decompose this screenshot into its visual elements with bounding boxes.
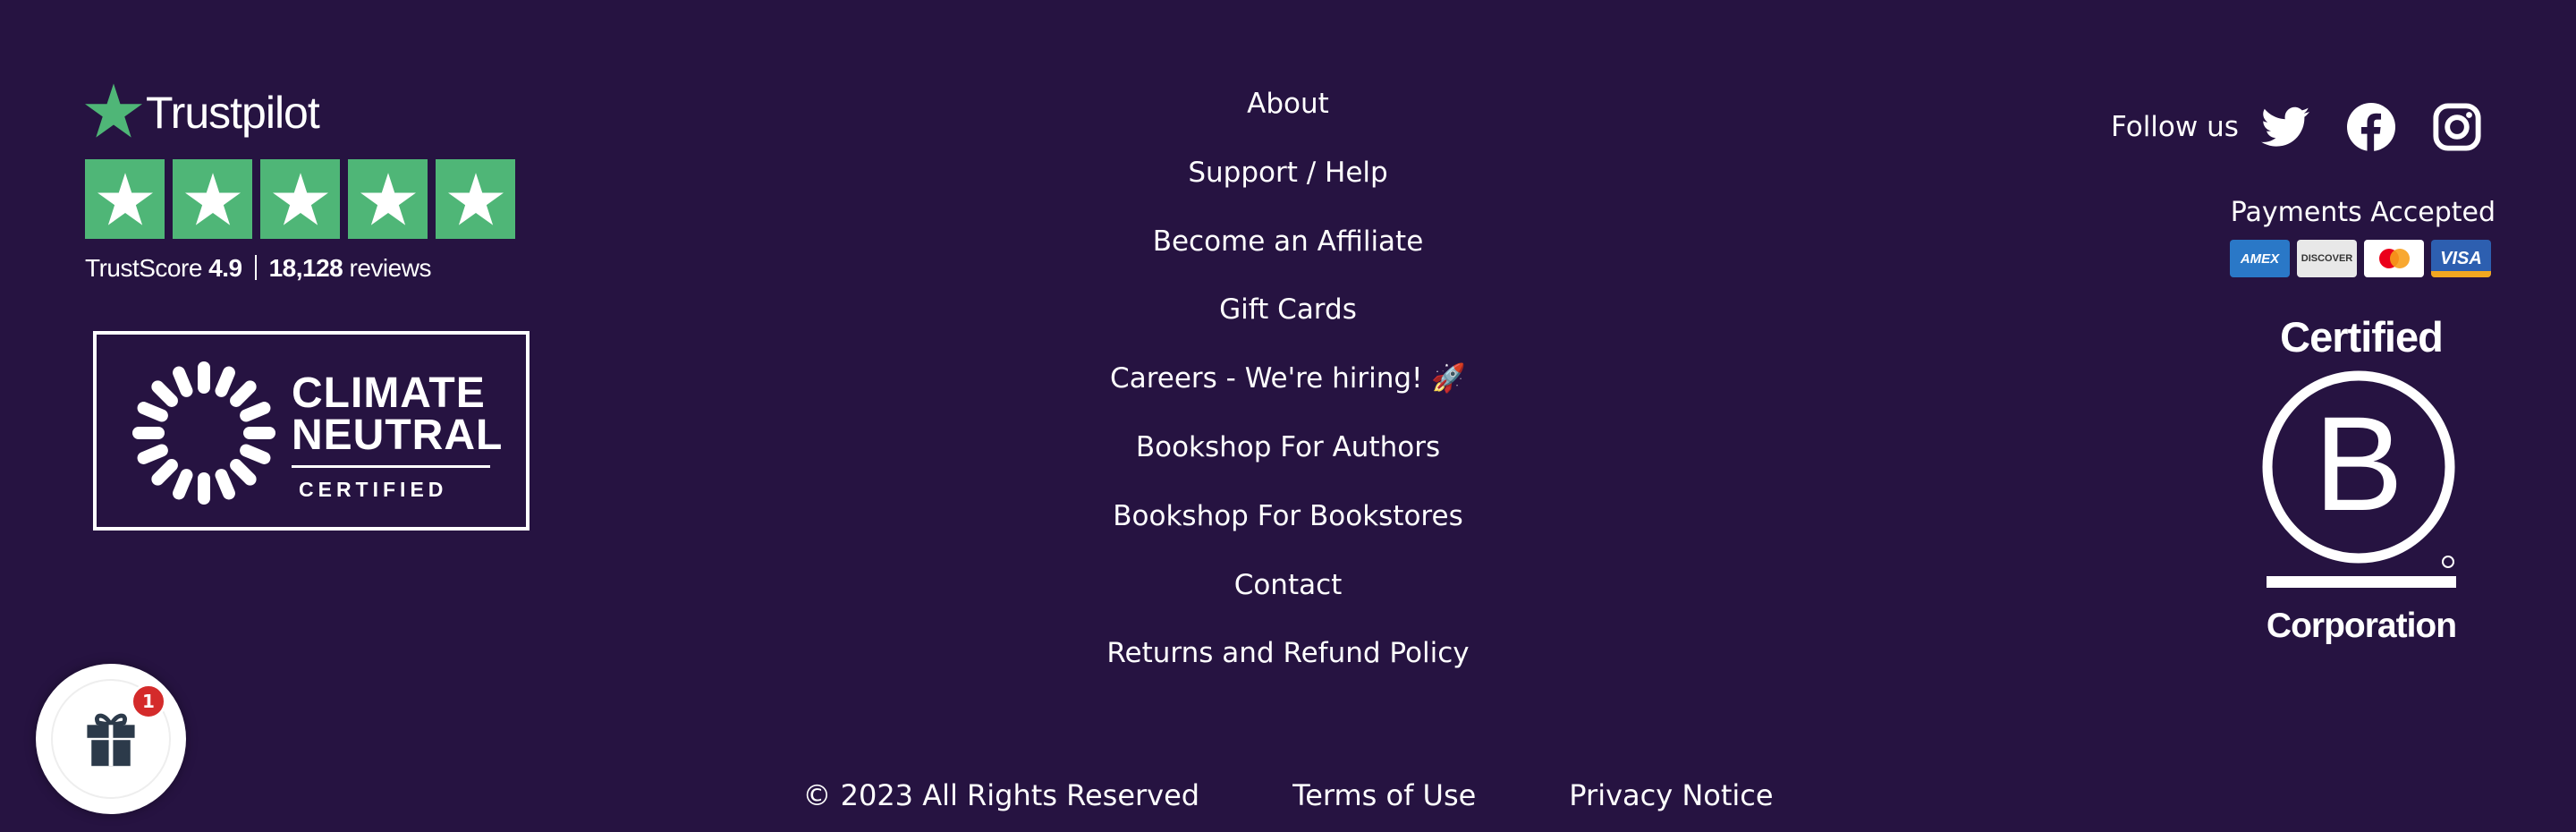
climate-line1: CLIMATE — [292, 369, 486, 417]
footer-link-item: Returns and Refund Policy — [1020, 630, 1556, 699]
star-icon — [436, 159, 515, 239]
trustpilot-logo[interactable]: Trustpilot — [85, 83, 320, 142]
footer-links: About Support / Help Become an Affiliate… — [1020, 81, 1556, 699]
trustscore-summary[interactable]: TrustScore 4.9 18,128 reviews — [85, 254, 431, 283]
climate-line2: NEUTRAL — [292, 412, 504, 459]
payments-accepted-label: Payments Accepted — [2230, 197, 2496, 228]
star-icon — [260, 159, 340, 239]
climate-divider — [292, 465, 490, 468]
footer-link-item: Bookshop For Authors — [1020, 424, 1556, 493]
footer-link-item: Careers - We're hiring! 🚀 — [1020, 355, 1556, 424]
bcorp-b-icon: B — [2262, 370, 2456, 588]
trustscore-value: 4.9 — [208, 254, 242, 282]
divider — [254, 255, 257, 280]
bcorp-badge[interactable]: Certified B Corporation — [2254, 313, 2469, 646]
footer-link-item: Become an Affiliate — [1020, 218, 1556, 287]
terms-of-use-link[interactable]: Terms of Use — [1292, 778, 1476, 812]
social-follow: Follow us — [2111, 100, 2484, 154]
star-icon — [348, 159, 428, 239]
trustpilot-star-icon — [85, 83, 142, 142]
star-icon — [173, 159, 252, 239]
amex-card-icon: AMEX — [2230, 240, 2290, 277]
copyright-text: © 2023 All Rights Reserved — [802, 778, 1200, 812]
about-link[interactable]: About — [1247, 81, 1329, 127]
support-help-link[interactable]: Support / Help — [1188, 149, 1387, 196]
climate-neutral-badge[interactable]: CLIMATE NEUTRAL CERTIFIED — [93, 331, 530, 531]
bottom-bar: © 2023 All Rights Reserved Terms of Use … — [0, 778, 2576, 812]
contact-link[interactable]: Contact — [1234, 562, 1343, 608]
footer-link-item: About — [1020, 81, 1556, 149]
discover-card-icon: DISCOVER — [2297, 240, 2357, 277]
footer-link-item: Support / Help — [1020, 149, 1556, 218]
reviews-label: reviews — [349, 254, 432, 282]
trustpilot-brand: Trustpilot — [146, 88, 320, 138]
trustpilot-rating-stars[interactable] — [85, 159, 515, 239]
visa-card-icon: VISA — [2431, 240, 2491, 277]
facebook-icon[interactable] — [2344, 100, 2398, 154]
bookshop-bookstores-link[interactable]: Bookshop For Bookstores — [1113, 493, 1462, 539]
privacy-notice-link[interactable]: Privacy Notice — [1569, 778, 1773, 812]
bcorp-corporation: Corporation — [2266, 607, 2457, 645]
climate-sun-icon — [132, 361, 275, 505]
notification-badge: 1 — [131, 683, 166, 719]
climate-line3: CERTIFIED — [299, 478, 448, 501]
star-icon — [85, 159, 165, 239]
gift-icon — [87, 713, 135, 767]
gift-widget-button[interactable]: 1 — [36, 664, 186, 814]
reviews-count: 18,128 — [268, 254, 343, 282]
careers-link[interactable]: Careers - We're hiring! 🚀 — [1110, 355, 1466, 402]
bookshop-authors-link[interactable]: Bookshop For Authors — [1136, 424, 1440, 471]
returns-refund-link[interactable]: Returns and Refund Policy — [1106, 630, 1469, 676]
affiliate-link[interactable]: Become an Affiliate — [1153, 218, 1424, 265]
follow-us-label: Follow us — [2111, 111, 2239, 143]
gift-cards-link[interactable]: Gift Cards — [1219, 286, 1357, 333]
instagram-icon[interactable] — [2430, 100, 2484, 154]
bcorp-certified: Certified — [2280, 313, 2444, 361]
payment-cards: AMEX DISCOVER VISA — [2230, 240, 2491, 277]
trustscore-label: TrustScore — [85, 254, 202, 282]
svg-text:B: B — [2314, 388, 2403, 539]
mastercard-card-icon — [2364, 240, 2424, 277]
footer-link-item: Contact — [1020, 562, 1556, 631]
footer-link-item: Bookshop For Bookstores — [1020, 493, 1556, 562]
footer-link-item: Gift Cards — [1020, 286, 1556, 355]
twitter-icon[interactable] — [2258, 100, 2312, 154]
